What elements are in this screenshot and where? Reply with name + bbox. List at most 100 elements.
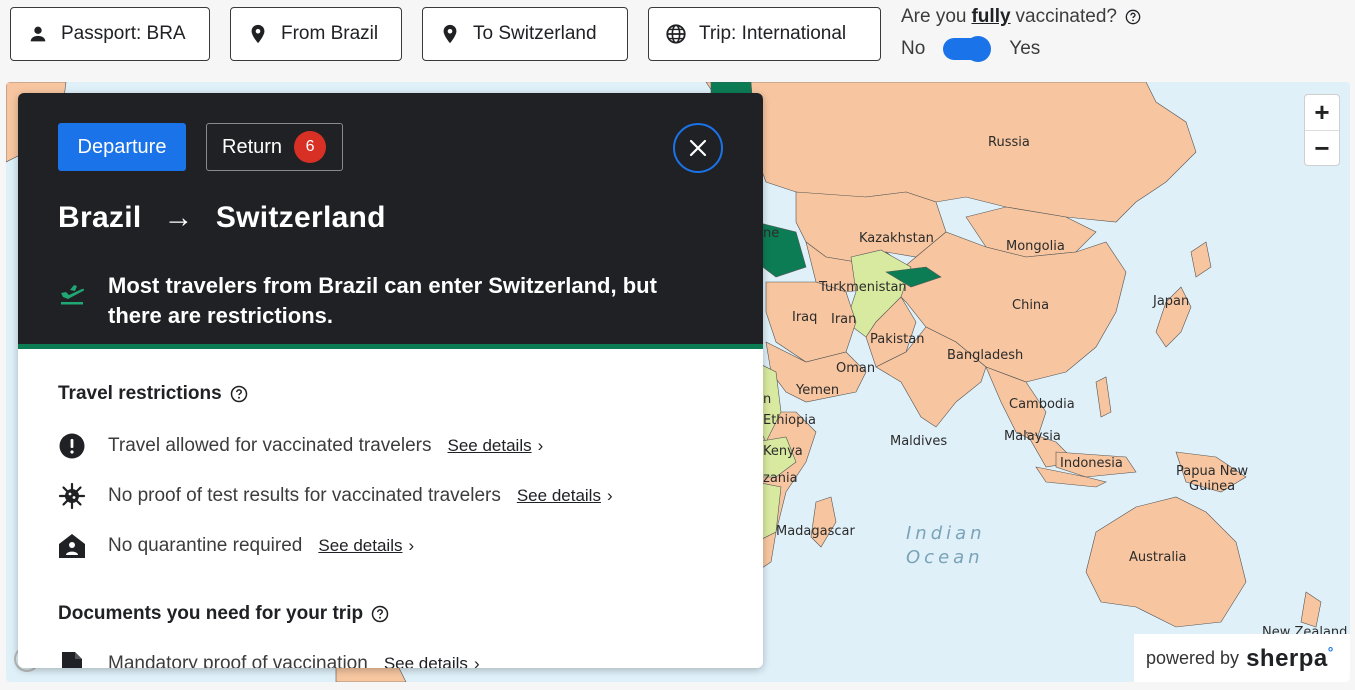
map-label-yemen: Yemen [796,383,840,398]
panel-body: Travel restrictions Travel allowed for v… [18,349,763,668]
zoom-out-button[interactable]: − [1305,130,1339,165]
arrow-right-icon: → [163,201,194,234]
map-label-japan: Japan [1153,294,1190,309]
person-icon [30,26,46,42]
map-label-mongolia: Mongolia [1006,239,1065,254]
map-label-iraq: Iraq [792,310,818,325]
map-label-australia: Australia [1129,550,1187,565]
map-label-indonesia: Indonesia [1060,456,1123,471]
restriction-text: No quarantine required [108,535,303,556]
toggle-knob [965,36,992,62]
powered-by-label: powered by [1146,647,1240,668]
entry-summary: Most travelers from Brazil can enter Swi… [58,271,688,331]
map-label-malaysia: Malaysia [1004,429,1061,444]
document-text: Mandatory proof of vaccination [108,653,368,668]
vaccination-question-prefix: Are you [901,6,967,27]
map-label-china: China [1012,298,1050,313]
travel-restrictions-title: Travel restrictions [58,383,222,404]
help-icon[interactable] [1125,9,1141,25]
map-label-indian-ocean: Indian Ocean [906,522,986,570]
house-person-icon [58,532,86,560]
help-icon[interactable] [371,605,389,623]
see-details-link[interactable]: See details [384,654,468,668]
map-label-iran: Iran [831,312,857,327]
location-pin-icon [251,24,265,44]
help-icon[interactable] [230,385,248,403]
powered-by-sherpa[interactable]: powered by sherpa° [1134,634,1350,682]
sherpa-brand-mark: ° [1327,643,1334,660]
map-label-bangladesh: Bangladesh [947,348,1024,363]
map-label-turkmenistan: Turkmenistan [819,280,907,295]
list-item: Mandatory proof of vaccination See detai… [58,639,723,668]
vaccination-question-suffix: vaccinated? [1015,6,1117,27]
tab-return[interactable]: Return 6 [206,123,343,171]
map-label-kazakhstan: Kazakhstan [859,231,934,246]
document-icon [58,650,86,668]
documents-title: Documents you need for your trip [58,603,364,624]
travel-info-panel: Departure Return 6 Brazil → Switzerland … [18,93,763,668]
vaccination-question-emphasis: fully [971,6,1011,27]
from-filter-label: From Brazil [281,23,379,44]
vaccination-yes-label: Yes [1009,38,1041,59]
sherpa-brand-text: sherpa [1246,644,1328,672]
virus-icon [58,482,86,510]
map-label-maldives: Maldives [890,434,948,449]
tab-departure[interactable]: Departure [58,123,186,171]
documents-heading: Documents you need for your trip [58,603,723,625]
map-label-cambodia: Cambodia [1009,397,1075,412]
passport-filter-button[interactable]: Passport: BRA [10,7,210,61]
entry-summary-text: Most travelers from Brazil can enter Swi… [108,273,657,328]
sherpa-logo: sherpa° [1246,644,1334,673]
map-label-papua-line2: Guinea [1189,479,1236,494]
vaccination-no-label: No [901,38,926,59]
list-item: No proof of test results for vaccinated … [58,471,723,521]
from-filter-button[interactable]: From Brazil [230,7,402,61]
close-icon [689,139,707,157]
to-filter-button[interactable]: To Switzerland [422,7,628,61]
vaccination-question: Are you fully vaccinated? No Yes [901,6,1141,62]
chevron-right-icon: › [537,436,544,455]
route-origin: Brazil [58,201,142,234]
location-pin-icon [443,24,457,44]
restrictions-list: Travel allowed for vaccinated travelers … [58,421,723,571]
map-label-partial-n: n [763,392,772,407]
see-details-link[interactable]: See details [448,436,532,456]
map-label-oman: Oman [836,361,876,376]
globe-icon [666,24,686,44]
chevron-right-icon: › [473,654,480,668]
map-label-russia: Russia [988,135,1030,150]
to-filter-label: To Switzerland [473,23,597,44]
map-label-tanzania: zania [763,471,798,486]
see-details-link[interactable]: See details [517,486,601,506]
restriction-text: Travel allowed for vaccinated travelers [108,435,432,456]
vaccination-toggle[interactable] [943,36,992,62]
trip-filter-button[interactable]: Trip: International [648,7,881,61]
return-count-badge: 6 [294,131,327,163]
map-label-kenya: Kenya [763,444,803,459]
route-destination: Switzerland [215,201,386,234]
chevron-right-icon: › [606,486,613,505]
travel-restrictions-heading: Travel restrictions [58,383,723,405]
zoom-in-button[interactable]: + [1305,95,1339,130]
map-label-madagascar: Madagascar [776,524,855,539]
restriction-text: No proof of test results for vaccinated … [108,485,501,506]
tab-return-label: Return [222,135,283,158]
zoom-control: + − [1304,94,1340,166]
map-label-indian-line1: Indian [906,523,986,544]
close-button[interactable] [673,123,723,173]
map-label-papua-line1: Papua New [1176,464,1249,479]
map-label-ethiopia: Ethiopia [763,413,816,428]
map-label-papua-new-guinea: Papua New Guinea [1176,464,1248,494]
map-label-pakistan: Pakistan [870,332,925,347]
panel-header: Departure Return 6 Brazil → Switzerland … [18,93,763,349]
trip-filter-label: Trip: International [699,23,847,44]
status-bar [18,344,763,349]
see-details-link[interactable]: See details [318,536,402,556]
route-title: Brazil → Switzerland [58,201,386,235]
map-label-indian-line2: Ocean [906,547,984,568]
filter-bar: Passport: BRA From Brazil To Switzerland… [0,0,1355,80]
passport-filter-label: Passport: BRA [61,23,186,44]
list-item: No quarantine required See details › [58,521,723,571]
list-item: Travel allowed for vaccinated travelers … [58,421,723,471]
chevron-right-icon: › [408,536,415,555]
